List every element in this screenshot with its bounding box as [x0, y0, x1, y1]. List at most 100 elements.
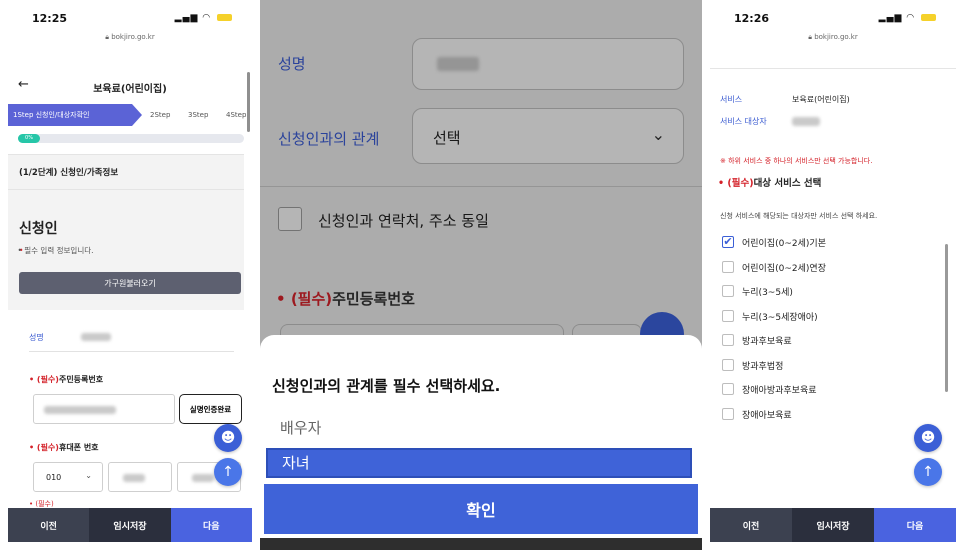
select-bullet: • — [718, 178, 728, 189]
next-button[interactable]: 다음 — [874, 508, 956, 542]
status-bar: 12:25 ▂▄▆ ◠ 🔒︎ bokjiro.go.kr — [8, 0, 252, 48]
signal-wifi-battery-icons: ▂▄▆ ◠ — [175, 13, 232, 23]
rrn-required-tag: (필수) — [36, 375, 59, 384]
target-label: 서비스 대상자 — [720, 117, 767, 126]
step-indicator: 1Step 신청인/대상자확인 2Step 3Step 4Step — [8, 104, 246, 126]
prev-button[interactable]: 이전 — [710, 508, 792, 542]
battery-icon — [921, 14, 936, 21]
url-text: bokjiro.go.kr — [814, 33, 858, 41]
phone-label-text: 휴대폰 번호 — [58, 443, 99, 452]
single-select-warning: ※ 하위 서비스 중 하나의 서비스만 선택 가능합니다. — [720, 157, 873, 165]
scrollbar[interactable] — [945, 244, 948, 392]
option-spouse[interactable]: 배우자 — [260, 413, 702, 443]
checkbox-icon[interactable] — [722, 383, 734, 395]
name-label: 성명 — [29, 333, 44, 342]
phone-bullet: • — [29, 443, 37, 452]
page-header: ← 보육료(어린이집) — [8, 76, 252, 98]
checkbox-icon[interactable] — [722, 285, 734, 297]
target-row: 서비스 대상자 — [720, 116, 820, 127]
select-required-tag: (필수) — [727, 178, 754, 189]
scrollbar[interactable] — [247, 72, 250, 132]
option-child-selected[interactable]: 자녀 — [266, 448, 692, 478]
scroll-top-icon[interactable]: ↑ — [914, 458, 942, 486]
divider — [710, 68, 956, 69]
home-indicator — [260, 538, 702, 550]
address-url[interactable]: 🔒︎ bokjiro.go.kr — [710, 33, 956, 42]
checkbox-checked-icon[interactable]: ✔ — [722, 236, 734, 248]
signal-wifi-battery-icons: ▂▄▆ ◠ — [879, 13, 936, 23]
applicant-heading: 신청인 — [19, 221, 58, 237]
temp-save-button[interactable]: 임시저장 — [89, 508, 171, 542]
page-title: 보육료(어린이집) — [93, 84, 167, 95]
required-note-text: • 필수 입력 정보입니다. — [17, 246, 94, 255]
sheet-title: 신청인과의 관계를 필수 선택하세요. — [272, 377, 501, 395]
load-family-button[interactable]: 가구원불러오기 — [19, 272, 241, 294]
battery-icon — [217, 14, 232, 21]
service-label: 서비스 — [720, 95, 743, 104]
name-row: 성명 — [29, 328, 234, 352]
applicant-info-screen: 12:25 ▂▄▆ ◠ 🔒︎ bokjiro.go.kr ← 보육료(어린이집)… — [8, 0, 252, 550]
status-time: 12:26 — [734, 12, 770, 25]
step-3: 3Step — [188, 111, 209, 119]
section-header: (1/2단계) 신청인/가족정보 — [8, 154, 244, 190]
step-4: 4Step — [226, 111, 247, 119]
service-select-heading: • (필수)대상 서비스 선택 — [718, 175, 821, 189]
bottom-action-bar: 이전 임시저장 다음 — [8, 508, 252, 542]
service-option-label: 누리(3~5세장애아) — [742, 312, 818, 323]
service-option-label: 누리(3~5세) — [742, 288, 793, 298]
lock-icon: 🔒︎ — [105, 33, 109, 41]
checkbox-icon[interactable] — [722, 309, 734, 322]
service-option-label: 어린이집(0~2세)연장 — [742, 263, 826, 274]
section-title: (1/2단계) 신청인/가족정보 — [19, 168, 119, 178]
phone-label: • (필수)휴대폰 번호 — [29, 442, 99, 453]
status-time: 12:25 — [32, 12, 68, 25]
temp-save-button[interactable]: 임시저장 — [792, 508, 874, 542]
bottom-action-bar: 이전 임시저장 다음 — [710, 508, 956, 542]
identity-verified-button[interactable]: 실명인증완료 — [179, 394, 242, 424]
phone-prefix-value: 010 — [46, 473, 62, 482]
service-value: 보육료(어린이집) — [792, 95, 850, 104]
service-select-screen: 12:26 ▂▄▆ ◠ 🔒︎ bokjiro.go.kr 서비스 보육료(어린이집… — [710, 0, 956, 550]
phone-middle-redacted — [123, 474, 145, 482]
checkbox-icon[interactable] — [722, 334, 734, 346]
service-option-label: 어린이집(0~2세)기본 — [742, 239, 826, 249]
rrn-label: • (필수)주민등록번호 — [29, 374, 103, 385]
checkbox-icon[interactable] — [722, 260, 734, 273]
next-button[interactable]: 다음 — [170, 508, 252, 542]
address-url[interactable]: 🔒︎ bokjiro.go.kr — [8, 33, 252, 42]
chatbot-icon[interactable]: ☻ — [214, 424, 242, 452]
checkbox-icon[interactable] — [722, 358, 734, 371]
service-guide-text: 신청 서비스에 해당되는 대상자만 서비스 선택 하세요. — [720, 212, 878, 220]
service-option-label: 장애아보육료 — [742, 410, 792, 421]
chevron-down-icon: ⌄ — [85, 471, 92, 480]
rrn-bullet: • — [29, 375, 37, 384]
phone-prefix-select[interactable]: 010 ⌄ — [33, 462, 103, 492]
service-row: 서비스 보육료(어린이집) — [720, 94, 850, 105]
lock-icon: 🔒︎ — [808, 33, 812, 41]
service-option-label: 방과후보육료 — [742, 337, 792, 347]
screenshot-collage: 12:25 ▂▄▆ ◠ 🔒︎ bokjiro.go.kr ← 보육료(어린이집)… — [0, 0, 966, 550]
phone-required-tag: (필수) — [36, 443, 59, 452]
progress-bar: 0% — [18, 134, 244, 143]
target-value-redacted — [792, 117, 820, 126]
relationship-select-screen: 성명 신청인과의 관계 선택 ⌄ 신청인과 연락처, 주소 동일 • (필수)주… — [260, 0, 702, 550]
confirm-button[interactable]: 확인 — [264, 484, 698, 534]
checkbox-icon[interactable] — [722, 407, 734, 420]
name-value-redacted — [81, 333, 111, 341]
phone-middle-input[interactable] — [108, 462, 172, 492]
rrn-value-redacted — [44, 406, 116, 414]
scroll-top-icon[interactable]: ↑ — [214, 458, 242, 486]
applicant-block: 신청인 •• 필수 입력 정보입니다. 가구원불러오기 — [8, 190, 244, 310]
step-2: 2Step — [150, 111, 171, 119]
relation-bottom-sheet: 신청인과의 관계를 필수 선택하세요. 배우자 자녀 확인 — [260, 335, 702, 550]
prev-button[interactable]: 이전 — [8, 508, 90, 542]
chatbot-icon[interactable]: ☻ — [914, 424, 942, 452]
select-label-text: 대상 서비스 선택 — [753, 178, 822, 189]
url-text: bokjiro.go.kr — [111, 33, 155, 41]
service-option-label: 방과후법정 — [742, 361, 784, 372]
progress-fill: 0% — [18, 134, 40, 143]
rrn-input[interactable] — [33, 394, 175, 424]
phone-last-redacted — [192, 474, 214, 482]
status-bar: 12:26 ▂▄▆ ◠ 🔒︎ bokjiro.go.kr — [710, 0, 956, 48]
step-1-active: 1Step 신청인/대상자확인 — [8, 104, 142, 126]
